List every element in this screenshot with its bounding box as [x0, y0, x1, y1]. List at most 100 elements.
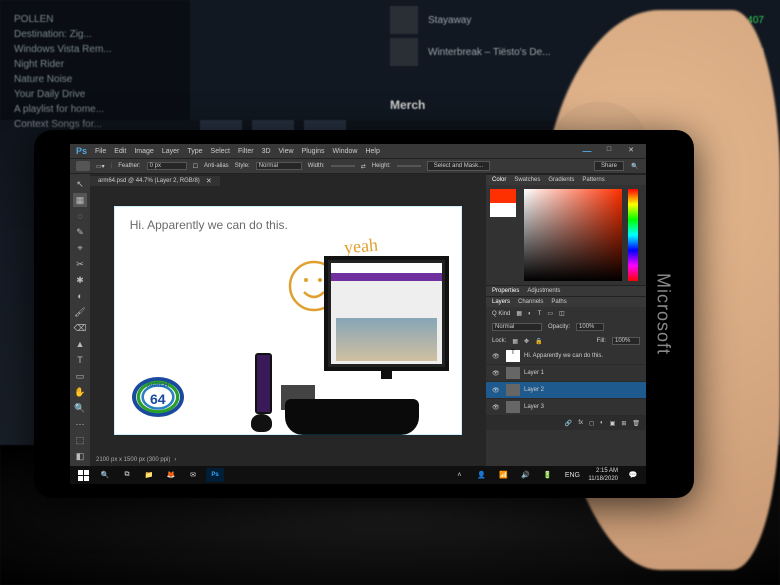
tab-paths[interactable]: Paths [551, 299, 566, 305]
filter-type-icon[interactable]: T [538, 311, 542, 317]
opacity-input[interactable]: 100% [576, 323, 604, 331]
filter-smart-icon[interactable]: ◫ [559, 310, 565, 317]
tab-gradients[interactable]: Gradients [548, 177, 574, 183]
tool-preset-icon[interactable]: ▭▾ [96, 163, 105, 170]
layer-row[interactable]: 👁 Layer 2 [486, 382, 646, 399]
tray-clock[interactable]: 2:15 AM 11/18/2020 [588, 467, 620, 483]
tab-patterns[interactable]: Patterns [582, 177, 604, 183]
fill-input[interactable]: 100% [612, 337, 640, 345]
wand-tool[interactable]: ✎ [73, 225, 87, 239]
tab-layers[interactable]: Layers [492, 299, 510, 305]
visibility-icon[interactable]: 👁 [492, 404, 502, 411]
menu-3d[interactable]: 3D [262, 148, 271, 155]
tray-people-icon[interactable]: 👤 [472, 468, 490, 482]
feather-input[interactable]: 0 px [147, 162, 187, 170]
visibility-icon[interactable]: 👁 [492, 370, 502, 377]
tray-battery-icon[interactable]: 🔋 [538, 468, 556, 482]
mail-icon[interactable]: ✉ [184, 468, 202, 482]
fg-bg-color[interactable] [490, 189, 516, 281]
brush-tool[interactable]: 🖌 [73, 305, 87, 319]
heal-tool[interactable]: ◐ [73, 289, 87, 303]
menu-edit[interactable]: Edit [114, 148, 126, 155]
tray-volume-icon[interactable]: 🔊 [516, 468, 534, 482]
new-group-icon[interactable]: ▣ [610, 420, 616, 427]
tray-up-icon[interactable]: ˄ [450, 468, 468, 482]
height-input[interactable] [397, 165, 421, 167]
lasso-tool[interactable]: ◌ [73, 209, 87, 223]
crop-tool[interactable]: ⌖ [73, 241, 87, 255]
explorer-icon[interactable]: 📁 [140, 468, 158, 482]
home-icon[interactable] [76, 161, 90, 171]
tray-network-icon[interactable]: 📶 [494, 468, 512, 482]
lock-all-icon[interactable]: 🔒 [535, 338, 542, 345]
layer-row[interactable]: 👁 T Hi. Apparently we can do this. [486, 348, 646, 365]
style-select[interactable]: Normal [256, 162, 302, 170]
blend-mode-select[interactable]: Normal [492, 323, 542, 331]
zoom-tool[interactable]: 🔍 [73, 401, 87, 415]
hand-tool[interactable]: ✋ [73, 385, 87, 399]
menu-image[interactable]: Image [134, 148, 153, 155]
visibility-icon[interactable]: 👁 [492, 353, 502, 360]
tab-channels[interactable]: Channels [518, 299, 543, 305]
filter-pixel-icon[interactable]: ▦ [516, 310, 522, 317]
type-tool[interactable]: T [73, 353, 87, 367]
search-icon[interactable]: 🔍 [630, 163, 640, 170]
select-and-mask-button[interactable]: Select and Mask... [427, 161, 490, 171]
canvas-viewport[interactable]: Hi. Apparently we can do this. yeah AARC… [90, 187, 486, 454]
antialias-checkbox[interactable]: ☐ [193, 163, 198, 170]
link-layers-icon[interactable]: 🔗 [565, 420, 572, 427]
task-view-icon[interactable]: ⧉ [118, 468, 136, 482]
filter-shape-icon[interactable]: ▭ [547, 310, 553, 317]
menu-layer[interactable]: Layer [162, 148, 180, 155]
tab-adjustments[interactable]: Adjustments [527, 288, 560, 294]
color-picker-field[interactable] [524, 189, 622, 281]
document-tab[interactable]: arm64.psd @ 44.7% (Layer 2, RGB/8) ✕ [90, 176, 220, 186]
more-tools[interactable]: ⋯ [73, 417, 87, 431]
filter-adjust-icon[interactable]: ◐ [528, 311, 532, 317]
tab-color[interactable]: Color [492, 177, 506, 183]
layer-row[interactable]: 👁 Layer 1 [486, 365, 646, 382]
fg-bg-swatch[interactable]: ⬚ [73, 433, 87, 447]
status-chevron-icon[interactable]: › [174, 457, 176, 463]
new-layer-icon[interactable]: ⊞ [621, 420, 626, 427]
maximize-button[interactable]: □ [600, 146, 618, 156]
start-button[interactable] [74, 468, 92, 482]
layer-row[interactable]: 👁 Layer 3 [486, 399, 646, 416]
tab-properties[interactable]: Properties [492, 288, 519, 294]
lock-position-icon[interactable]: ✥ [524, 338, 529, 345]
new-fill-icon[interactable]: ◐ [600, 420, 604, 426]
stamp-tool[interactable]: ⌫ [73, 321, 87, 335]
action-center-icon[interactable]: 💬 [624, 468, 642, 482]
tray-language[interactable]: ENG [560, 468, 584, 482]
marquee-tool[interactable]: ▦ [73, 193, 87, 207]
minimize-button[interactable]: — [578, 146, 596, 156]
move-tool[interactable]: ↖ [73, 177, 87, 191]
photoshop-taskbar-icon[interactable]: Ps [206, 468, 224, 482]
search-icon[interactable]: 🔍 [96, 468, 114, 482]
width-input[interactable] [331, 165, 355, 167]
tab-close-icon[interactable]: ✕ [206, 177, 212, 185]
eyedropper-tool[interactable]: ✱ [73, 273, 87, 287]
gradient-tool[interactable]: ▲ [73, 337, 87, 351]
menu-select[interactable]: Select [211, 148, 230, 155]
menu-view[interactable]: View [279, 148, 294, 155]
hue-slider[interactable] [628, 189, 638, 281]
share-button[interactable]: Share [594, 161, 624, 171]
quickmask-toggle[interactable]: ◧ [73, 449, 87, 463]
shape-tool[interactable]: ▭ [73, 369, 87, 383]
visibility-icon[interactable]: 👁 [492, 387, 502, 394]
layer-fx-icon[interactable]: fx [578, 420, 583, 426]
menu-file[interactable]: File [95, 148, 106, 155]
menu-window[interactable]: Window [333, 148, 358, 155]
frame-tool[interactable]: ✂ [73, 257, 87, 271]
tab-swatches[interactable]: Swatches [514, 177, 540, 183]
swap-icon[interactable]: ⇄ [361, 163, 366, 170]
canvas[interactable]: Hi. Apparently we can do this. yeah AARC… [114, 206, 462, 436]
menu-filter[interactable]: Filter [238, 148, 254, 155]
firefox-icon[interactable]: 🦊 [162, 468, 180, 482]
lock-pixels-icon[interactable]: ▦ [512, 338, 518, 345]
menu-help[interactable]: Help [365, 148, 379, 155]
menu-type[interactable]: Type [187, 148, 202, 155]
close-button[interactable]: ✕ [622, 146, 640, 156]
delete-layer-icon[interactable]: 🗑 [632, 420, 640, 427]
